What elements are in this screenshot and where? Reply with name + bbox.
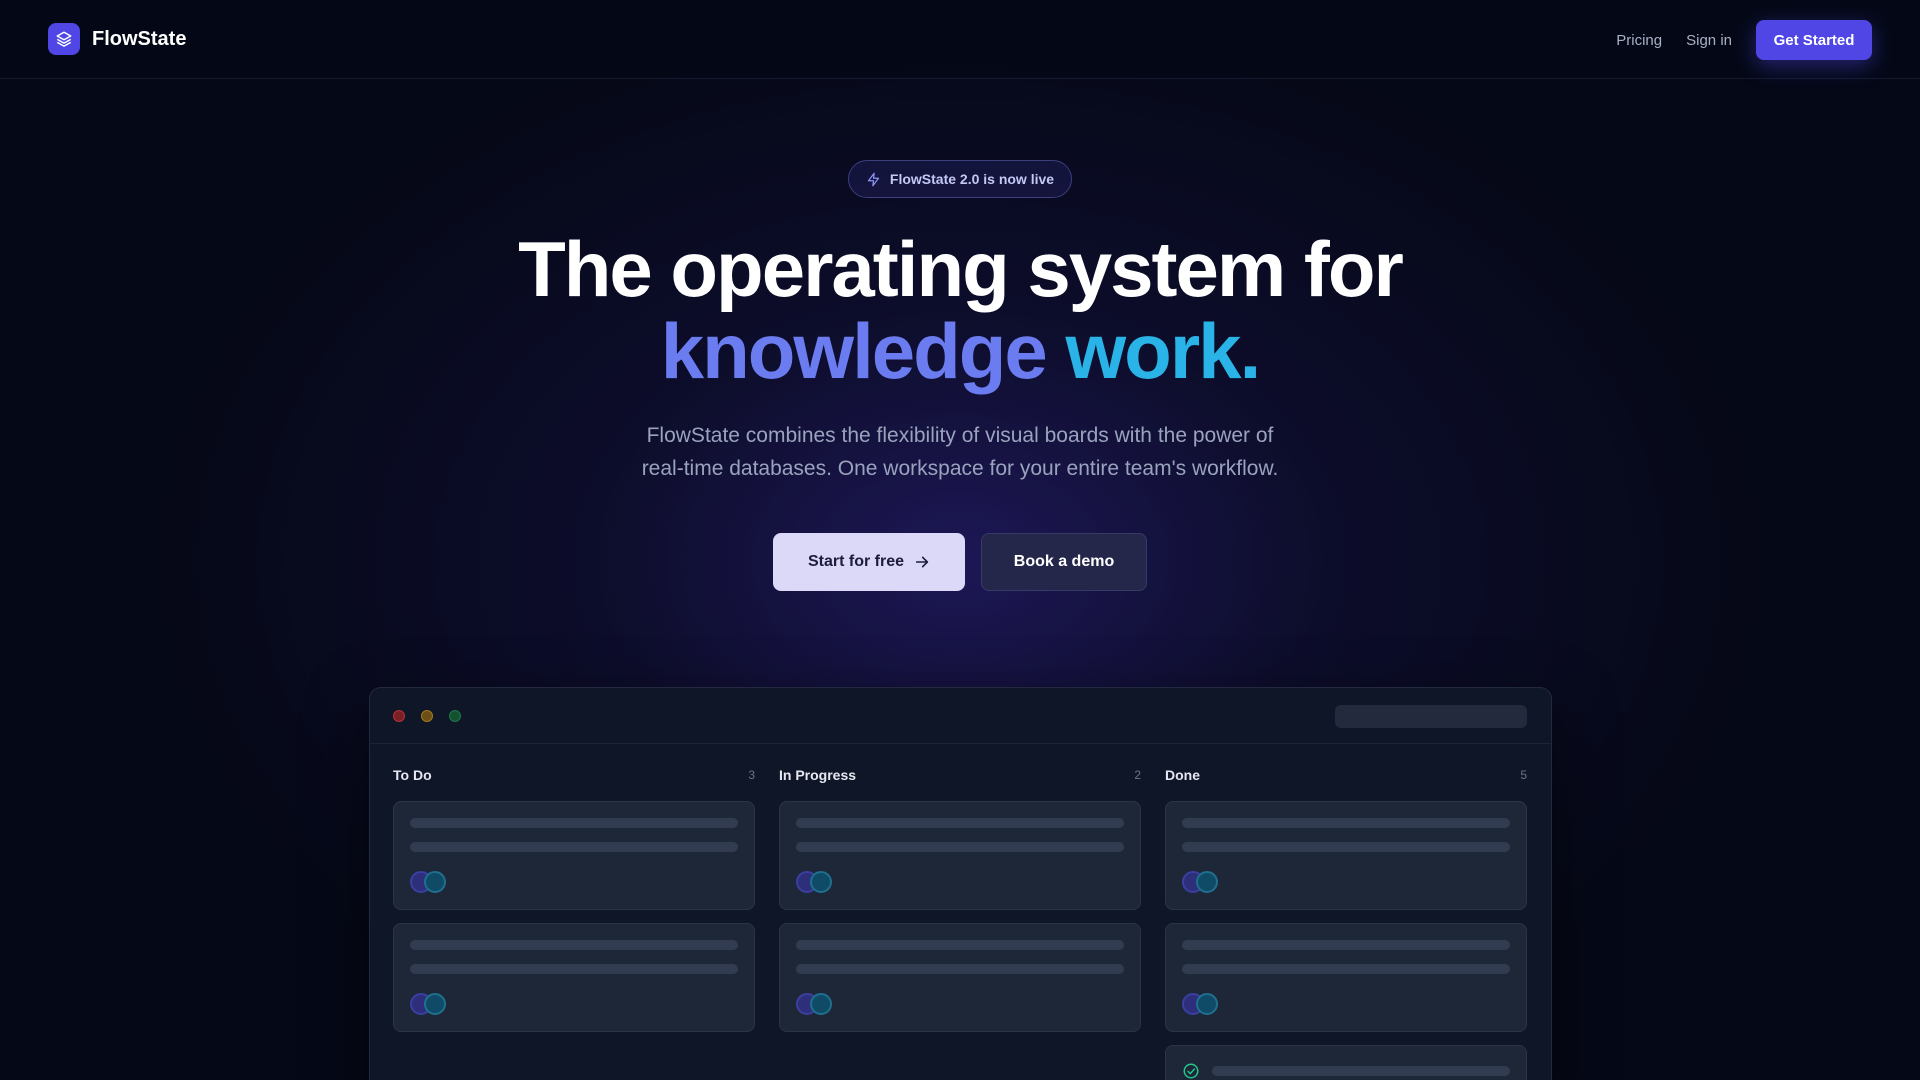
- text-placeholder: [1182, 818, 1510, 828]
- task-card[interactable]: [779, 923, 1141, 1032]
- landing-page: FlowState Pricing Sign in Get Started Fl…: [0, 0, 1920, 1080]
- hero-subtitle-line2: real-time databases. One workspace for y…: [641, 457, 1279, 480]
- hero-title-highlight-2: work: [1065, 307, 1242, 395]
- column-count: 5: [1520, 768, 1527, 782]
- task-card[interactable]: [393, 923, 755, 1032]
- top-nav: FlowState Pricing Sign in Get Started: [0, 0, 1920, 79]
- task-card[interactable]: [1165, 801, 1527, 910]
- hero-title-line2: knowledge work.: [0, 310, 1920, 392]
- text-placeholder: [796, 842, 1124, 852]
- task-card-completed[interactable]: [1165, 1045, 1527, 1080]
- hero-title-period: .: [1239, 307, 1262, 395]
- window-close-dot: [393, 710, 405, 722]
- app-preview: To Do 3 In Progress 2 Done 5: [369, 687, 1552, 1080]
- hero-title-highlight-1: knowledge: [660, 307, 1048, 395]
- nav-pricing-link[interactable]: Pricing: [1616, 32, 1662, 49]
- board-column-todo: To Do 3: [393, 764, 755, 1032]
- window-maximize-dot: [449, 710, 461, 722]
- brand[interactable]: FlowState: [48, 23, 186, 55]
- avatar: [1196, 993, 1218, 1015]
- badge-label: FlowState 2.0 is now live: [889, 171, 1055, 187]
- arrow-right-icon: [915, 556, 929, 568]
- book-demo-button[interactable]: Book a demo: [981, 533, 1147, 591]
- nav-sign-in-link[interactable]: Sign in: [1686, 32, 1732, 49]
- text-placeholder: [1182, 940, 1510, 950]
- window-minimize-dot: [421, 710, 433, 722]
- text-placeholder: [410, 818, 738, 828]
- get-started-button[interactable]: Get Started: [1756, 20, 1872, 60]
- announcement-badge[interactable]: FlowState 2.0 is now live: [848, 160, 1072, 198]
- column-header: In Progress 2: [779, 764, 1141, 788]
- avatar: [1196, 871, 1218, 893]
- text-placeholder: [1212, 1066, 1510, 1076]
- avatar: [810, 871, 832, 893]
- hero-subtitle-line1: FlowState combines the flexibility of vi…: [646, 424, 1274, 447]
- avatar: [810, 993, 832, 1015]
- check-circle-icon: [1183, 1063, 1199, 1079]
- column-header: To Do 3: [393, 764, 755, 788]
- text-placeholder: [796, 940, 1124, 950]
- column-title: To Do: [393, 767, 432, 783]
- text-placeholder: [410, 842, 738, 852]
- task-card[interactable]: [1165, 923, 1527, 1032]
- start-for-free-button[interactable]: Start for free: [773, 533, 965, 591]
- avatar: [424, 871, 446, 893]
- preview-window-bar: [370, 688, 1551, 744]
- text-placeholder: [410, 964, 738, 974]
- column-title: In Progress: [779, 767, 857, 783]
- column-title: Done: [1165, 767, 1200, 783]
- layers-icon: [48, 23, 80, 55]
- hero-title: The operating system for knowledge work.: [0, 228, 1920, 392]
- text-placeholder: [796, 964, 1124, 974]
- start-for-free-label: Start for free: [807, 553, 905, 570]
- column-count: 2: [1134, 768, 1141, 782]
- board-column-in-progress: In Progress 2: [779, 764, 1141, 1032]
- nav-links: Pricing Sign in Get Started: [1616, 20, 1872, 60]
- brand-name: FlowState: [92, 27, 187, 50]
- avatar: [424, 993, 446, 1015]
- text-placeholder: [796, 818, 1124, 828]
- text-placeholder: [1182, 842, 1510, 852]
- hero-title-line1: The operating system for: [518, 225, 1404, 313]
- board-column-done: Done 5: [1165, 764, 1527, 1080]
- column-count: 3: [748, 768, 755, 782]
- text-placeholder: [410, 940, 738, 950]
- task-card[interactable]: [393, 801, 755, 910]
- lightning-icon: [867, 172, 880, 186]
- search-placeholder-bar: [1335, 705, 1527, 728]
- text-placeholder: [1182, 964, 1510, 974]
- task-card[interactable]: [779, 801, 1141, 910]
- hero-subtitle: FlowState combines the flexibility of vi…: [560, 419, 1360, 485]
- column-header: Done 5: [1165, 764, 1527, 788]
